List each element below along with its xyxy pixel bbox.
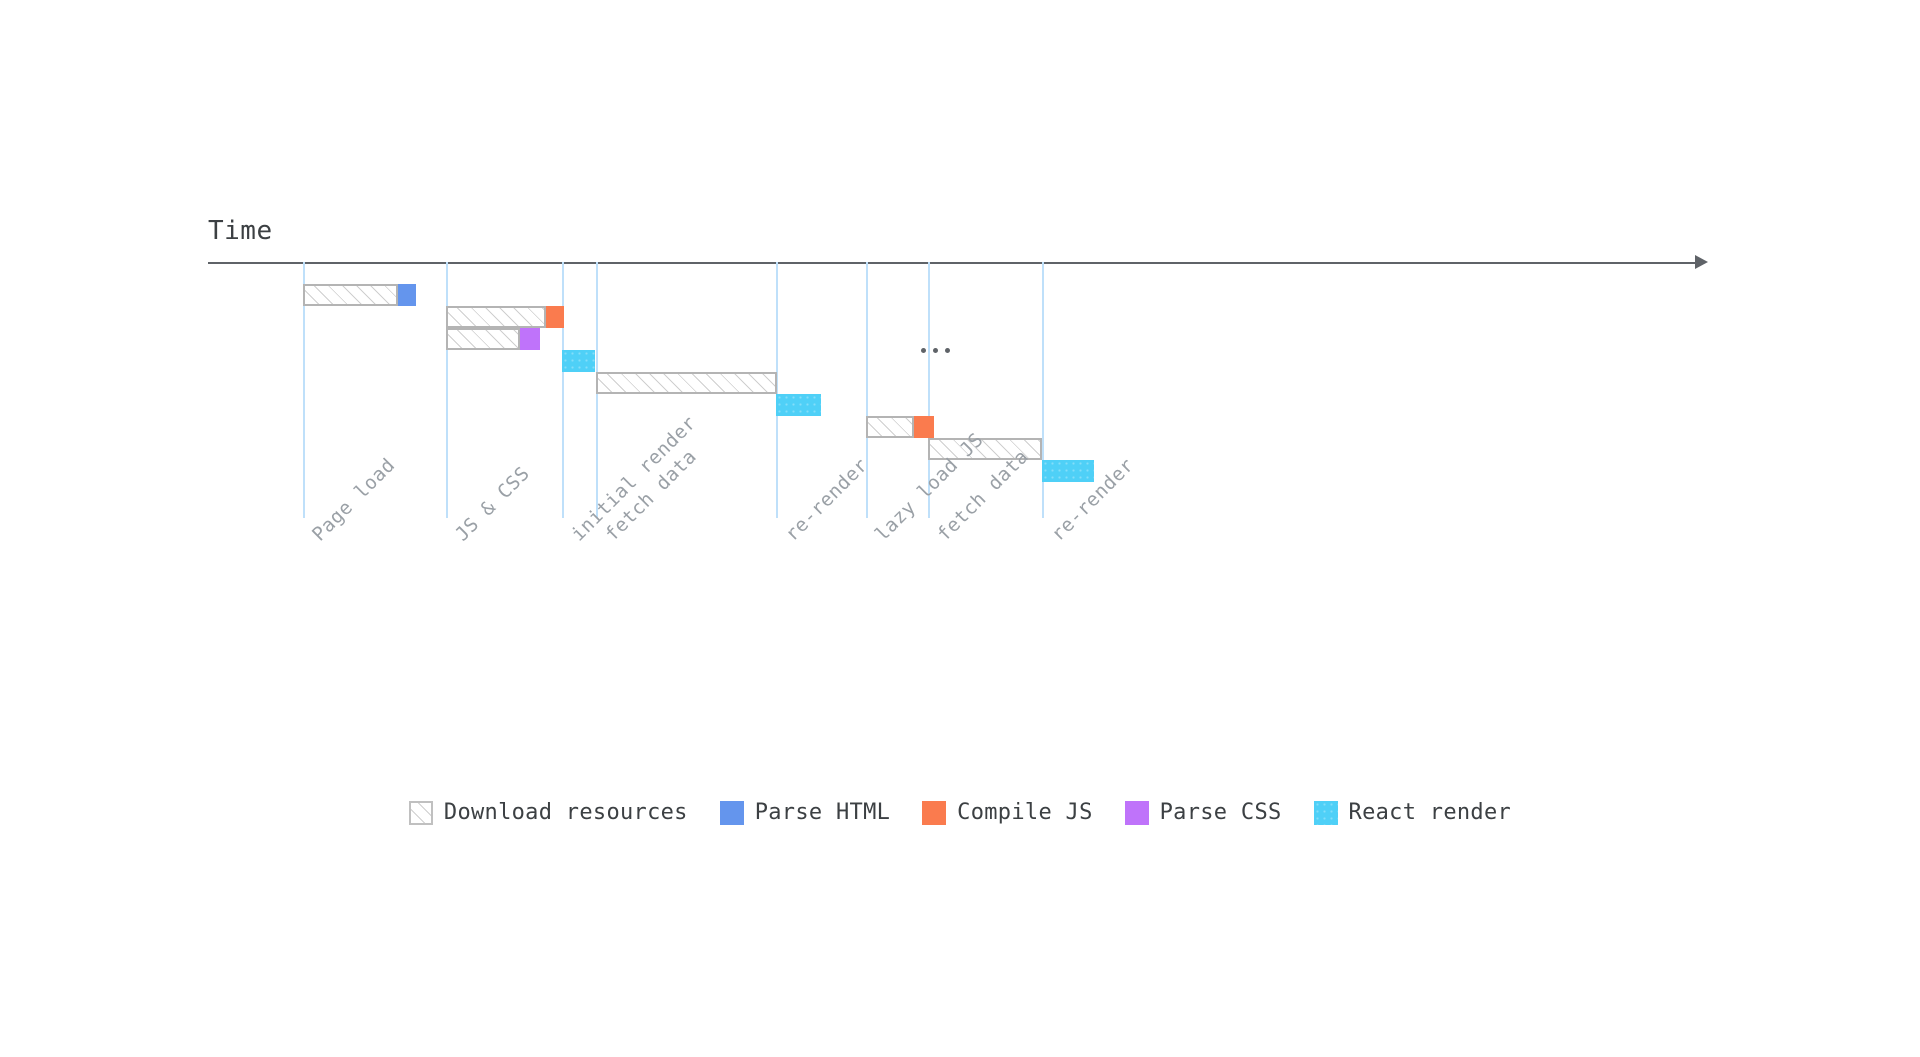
legend-item-parse-css[interactable]: Parse CSS (1124, 800, 1282, 825)
plot-area: Page load JS & CSS initial render fetch dat… (208, 255, 1718, 546)
bar-segment-react-render (562, 350, 595, 372)
legend-label: React render (1348, 800, 1512, 825)
gridline-2 (446, 262, 448, 518)
bar-segment-download (446, 328, 520, 350)
legend-label: Download resources (443, 800, 688, 825)
bar-segment-parse-css (520, 328, 540, 350)
legend: Download resources Parse HTML Compile JS Pa… (0, 800, 1920, 825)
time-axis-arrow-icon (1695, 255, 1708, 269)
bar-segment-download (303, 284, 398, 306)
legend-label: Parse CSS (1159, 800, 1282, 825)
page-title: Time (208, 216, 273, 246)
bar-segment-compile-js (914, 416, 934, 438)
legend-swatch-compile-js-icon (922, 800, 947, 825)
legend-item-compile-js[interactable]: Compile JS (922, 800, 1092, 825)
bar-segment-download (596, 372, 777, 394)
gridline-6 (866, 262, 868, 518)
ellipsis-dot (945, 348, 950, 353)
tick-label-1: JS & CSS (451, 462, 535, 546)
legend-label: Parse HTML (754, 800, 891, 825)
bar-segment-download (866, 416, 914, 438)
continuation-ellipsis-icon (921, 348, 950, 353)
legend-item-react-render[interactable]: React render (1313, 800, 1512, 825)
legend-swatch-parse-html-icon (719, 800, 744, 825)
legend-swatch-parse-css-icon (1124, 800, 1149, 825)
legend-swatch-react-render-icon (1313, 800, 1338, 825)
gridline-3 (562, 262, 564, 518)
legend-label: Compile JS (957, 800, 1093, 825)
bar-segment-compile-js (546, 306, 564, 328)
legend-item-download[interactable]: Download resources (408, 800, 688, 825)
tick-label-4: re-render (781, 454, 873, 546)
timeline-diagram: Time Page load JS & CSS initial render fetc… (0, 0, 1920, 1057)
legend-item-parse-html[interactable]: Parse HTML (719, 800, 891, 825)
ellipsis-dot (921, 348, 926, 353)
bar-segment-parse-html (398, 284, 416, 306)
bar-segment-download (446, 306, 546, 328)
time-axis-line (208, 262, 1703, 264)
legend-swatch-download-icon (408, 800, 433, 825)
ellipsis-dot (933, 348, 938, 353)
tick-label-0: Page load (308, 454, 400, 546)
bar-segment-react-render (1042, 460, 1094, 482)
bar-segment-react-render (776, 394, 821, 416)
